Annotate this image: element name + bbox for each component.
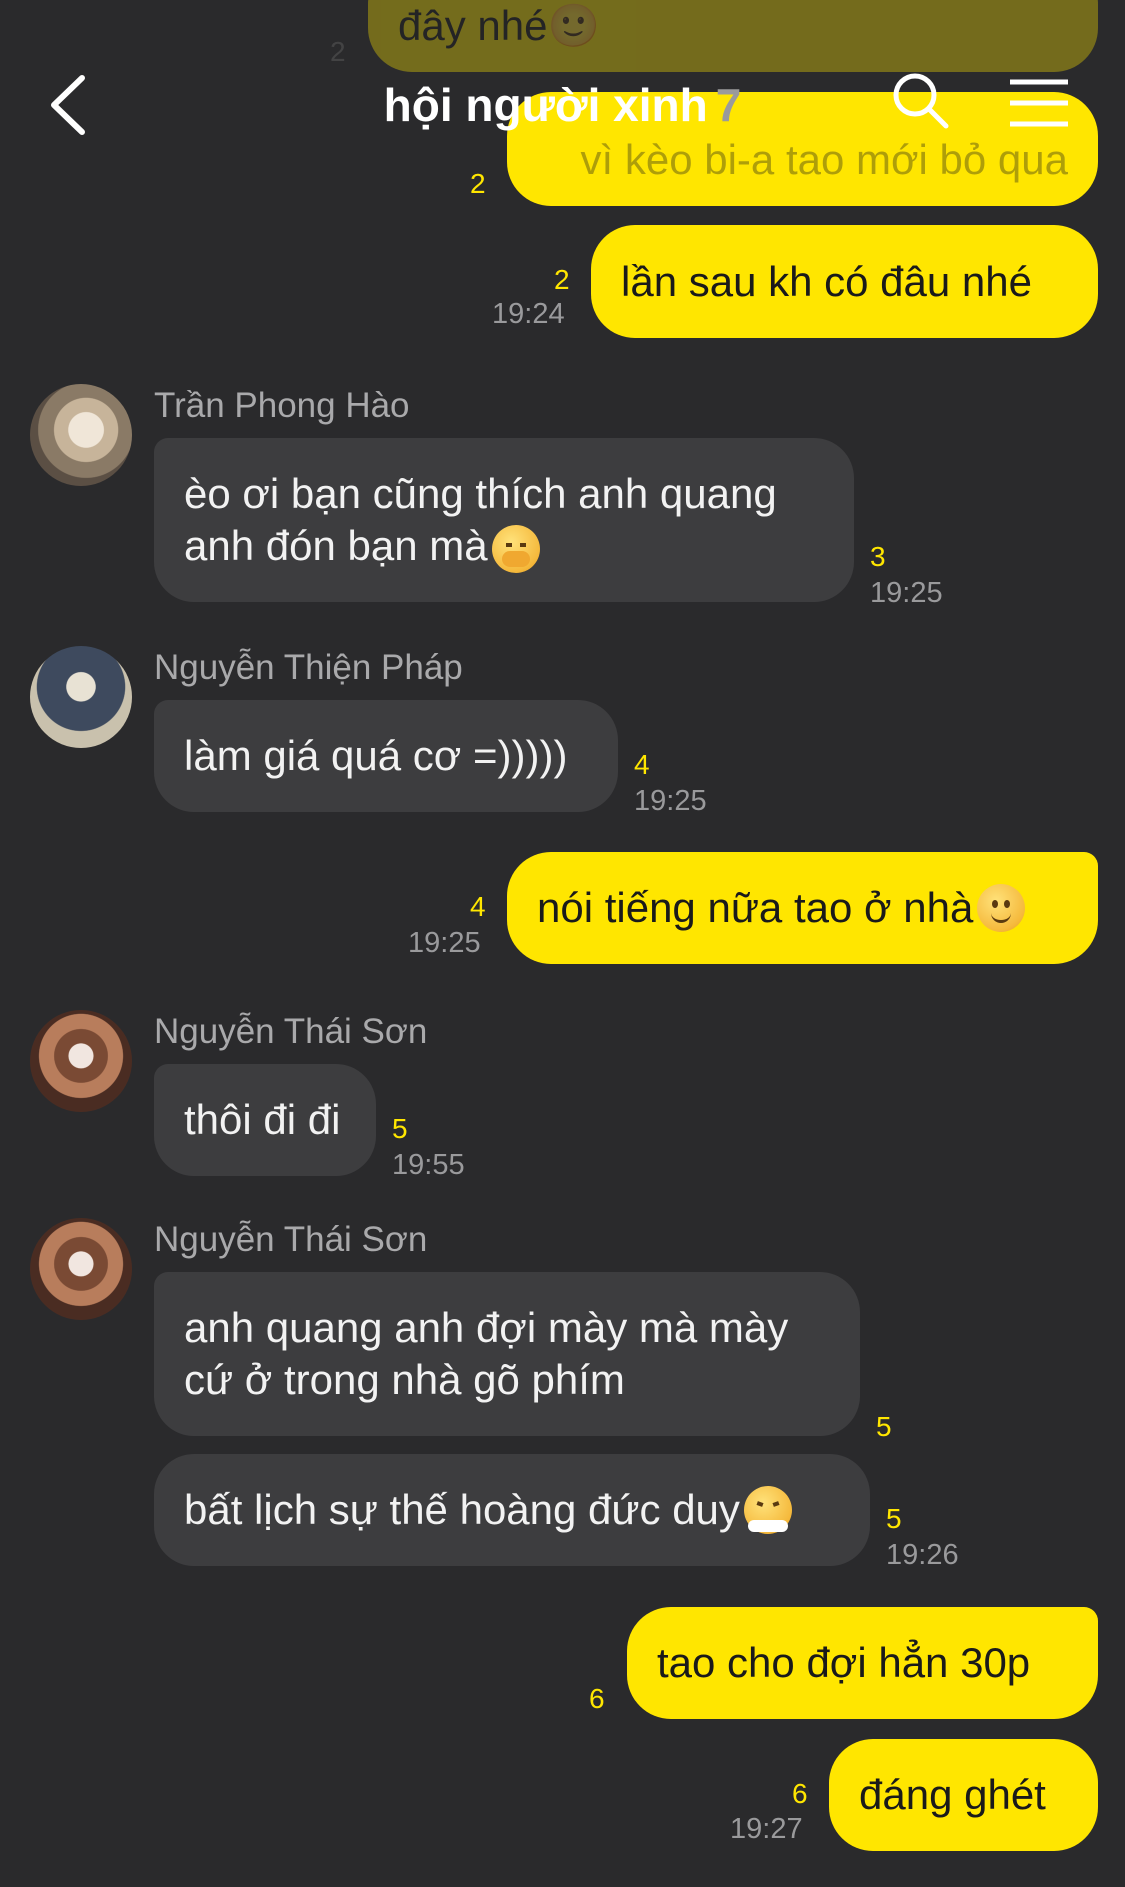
their-message-bubble[interactable]: anh quang anh đợi mày mà mày cứ ở trong … (154, 1272, 860, 1436)
message-text: anh quang anh đợi mày mà mày cứ ở trong … (184, 1302, 788, 1406)
message-text: tao cho đợi hẳn 30p (657, 1639, 1031, 1686)
my-message-bubble[interactable]: tao cho đợi hẳn 30p (627, 1607, 1098, 1719)
message-line-text: anh đón bạn mà (184, 522, 488, 569)
message-time: 19:25 (870, 577, 943, 609)
unread-count: 5 (392, 1113, 408, 1144)
unread-count: 5 (876, 1411, 892, 1442)
message-text: làm giá quá cơ =))))) (184, 732, 568, 779)
message-line: anh đón bạn mà (184, 520, 777, 573)
message-time: 19:55 (392, 1149, 465, 1181)
message-text: thôi đi đi (184, 1096, 341, 1143)
message-text: đáng ghét (859, 1771, 1046, 1818)
group-name: hội người xinh (383, 79, 708, 131)
sender-name: Trần Phong Hào (154, 386, 410, 425)
unread-count: 3 (870, 541, 886, 572)
message-text: bất lịch sự thế hoàng đức duy (184, 1486, 740, 1533)
message-time: 19:25 (634, 785, 707, 817)
unread-count: 6 (589, 1683, 605, 1714)
my-message-bubble[interactable]: nói tiếng nữa tao ở nhà (507, 852, 1098, 964)
my-message-bubble[interactable]: lần sau kh có đâu nhé (591, 225, 1098, 338)
their-message-bubble[interactable]: thôi đi đi (154, 1064, 376, 1176)
menu-button[interactable] (1008, 78, 1070, 128)
my-message-bubble[interactable]: đáng ghét (829, 1739, 1098, 1851)
their-message-bubble[interactable]: bất lịch sự thế hoàng đức duy (154, 1454, 870, 1566)
message-time: 19:25 (408, 927, 481, 959)
avatar[interactable] (30, 384, 132, 486)
unread-count: 2 (554, 264, 570, 295)
steam-from-nose-emoji (743, 1486, 792, 1534)
their-message-bubble[interactable]: làm giá quá cơ =))))) (154, 700, 618, 812)
message-line: èo ơi bạn cũng thích anh quang (184, 470, 777, 517)
message-time: 19:24 (492, 298, 565, 330)
message-text: nói tiếng nữa tao ở nhà (537, 884, 974, 931)
sender-name: Nguyễn Thái Sơn (154, 1220, 428, 1259)
member-count: 7 (715, 79, 742, 131)
message-time: 19:27 (730, 1813, 803, 1845)
message-line: cứ ở trong nhà gõ phím (184, 1356, 625, 1403)
hamburger-menu-icon (1010, 79, 1068, 127)
message-time: 19:26 (886, 1539, 959, 1571)
chat-title: hội người xinh 7 (0, 78, 1125, 132)
unread-count: 4 (634, 749, 650, 780)
message-text: đây nhé🙂 (398, 2, 600, 49)
my-message-bubble[interactable]: đây nhé🙂 (368, 0, 1098, 72)
their-message-bubble[interactable]: èo ơi bạn cũng thích anh quang anh đón b… (154, 438, 854, 602)
message-text: lần sau kh có đâu nhé (621, 257, 1032, 305)
unread-count: 6 (792, 1778, 808, 1809)
unread-count: 4 (470, 891, 486, 922)
search-icon (893, 73, 949, 129)
message-text: vì kèo bi-a tao mới bỏ qua (580, 136, 1068, 183)
avatar[interactable] (30, 646, 132, 748)
avatar[interactable] (30, 1010, 132, 1112)
search-button[interactable] (890, 70, 952, 132)
sender-name: Nguyễn Thiện Pháp (154, 648, 463, 687)
message-line: anh quang anh đợi mày mà mày (184, 1304, 789, 1351)
sender-name: Nguyễn Thái Sơn (154, 1012, 428, 1051)
message-text: èo ơi bạn cũng thích anh quang anh đón b… (184, 468, 777, 573)
unread-count: 5 (886, 1503, 902, 1534)
slight-smile-emoji (977, 884, 1026, 932)
avatar[interactable] (30, 1218, 132, 1320)
hand-over-mouth-emoji (491, 524, 540, 573)
unread-count: 2 (470, 168, 486, 199)
unread-count: 2 (330, 36, 346, 67)
